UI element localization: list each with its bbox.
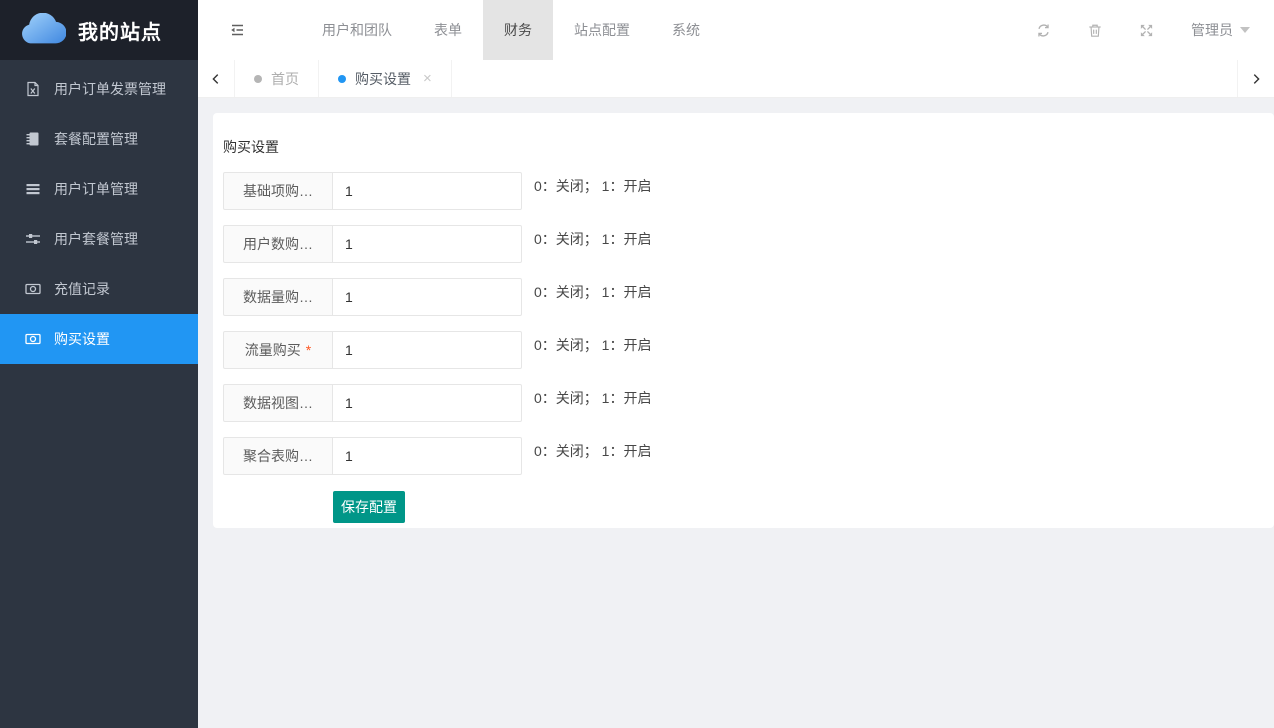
trash-icon[interactable] bbox=[1088, 23, 1102, 38]
sidebar-item-user-order-invoice[interactable]: 用户订单发票管理 bbox=[0, 64, 198, 114]
form-row-traffic-purchase: 流量购买 * 0：关闭； 1：开启 bbox=[223, 331, 1264, 369]
content-area: 购买设置 基础项购… 0：关闭； 1：开启 用户数购… 0：关闭； 1：开启 bbox=[198, 98, 1274, 728]
close-icon[interactable]: × bbox=[423, 70, 432, 87]
tab-status-dot bbox=[338, 75, 346, 83]
traffic-purchase-input[interactable] bbox=[332, 331, 522, 369]
nav-item-users-teams[interactable]: 用户和团队 bbox=[301, 0, 413, 60]
save-config-button[interactable]: 保存配置 bbox=[333, 491, 405, 523]
page-title: 购买设置 bbox=[223, 125, 1264, 157]
user-menu[interactable]: 管理员 bbox=[1191, 20, 1250, 40]
tab-home[interactable]: 首页 bbox=[235, 60, 319, 97]
collapse-sidebar-button[interactable] bbox=[228, 21, 246, 39]
sidebar: 我的站点 用户订单发票管理 bbox=[0, 0, 198, 728]
sidebar-item-purchase-settings[interactable]: 购买设置 bbox=[0, 314, 198, 364]
fullscreen-icon[interactable] bbox=[1139, 23, 1154, 38]
form-row-data-volume-purchase: 数据量购… 0：关闭； 1：开启 bbox=[223, 278, 1264, 316]
sidebar-item-label: 购买设置 bbox=[54, 329, 110, 349]
chevron-down-icon bbox=[1240, 27, 1250, 33]
tab-label: 购买设置 bbox=[355, 69, 411, 89]
nav-item-system[interactable]: 系统 bbox=[651, 0, 721, 60]
field-hint: 0：关闭； 1：开启 bbox=[534, 437, 651, 461]
basic-purchase-input[interactable] bbox=[332, 172, 522, 210]
tab-status-dot bbox=[254, 75, 262, 83]
nav-item-finance[interactable]: 财务 bbox=[483, 0, 553, 60]
field-hint: 0：关闭； 1：开启 bbox=[534, 225, 651, 249]
cloud-logo-icon bbox=[20, 13, 66, 48]
form-row-user-count-purchase: 用户数购… 0：关闭； 1：开启 bbox=[223, 225, 1264, 263]
sidebar-item-label: 用户订单发票管理 bbox=[54, 79, 166, 99]
field-label: 数据视图… bbox=[223, 384, 333, 422]
form-row-basic-purchase: 基础项购… 0：关闭； 1：开启 bbox=[223, 172, 1264, 210]
field-label: 数据量购… bbox=[223, 278, 333, 316]
tab-label: 首页 bbox=[271, 69, 299, 89]
tabs-scroll-left-button[interactable] bbox=[198, 60, 235, 97]
tabs-scroll-right-button[interactable] bbox=[1237, 60, 1274, 97]
top-header: 用户和团队 表单 财务 站点配置 系统 bbox=[198, 0, 1274, 60]
nav-item-site-config[interactable]: 站点配置 bbox=[553, 0, 651, 60]
field-hint: 0：关闭； 1：开启 bbox=[534, 331, 651, 355]
sidebar-item-user-package[interactable]: 用户套餐管理 bbox=[0, 214, 198, 264]
sliders-icon bbox=[24, 231, 41, 248]
package-icon bbox=[24, 131, 41, 148]
field-label: 聚合表购… bbox=[223, 437, 333, 475]
form-row-data-view-purchase: 数据视图… 0：关闭； 1：开启 bbox=[223, 384, 1264, 422]
field-hint: 0：关闭； 1：开启 bbox=[534, 278, 651, 302]
tab-bar: 首页 购买设置 × bbox=[198, 60, 1274, 98]
file-invoice-icon bbox=[24, 81, 41, 98]
field-hint: 0：关闭； 1：开启 bbox=[534, 384, 651, 408]
sidebar-menu: 用户订单发票管理 套餐配置管理 bbox=[0, 60, 198, 364]
purchase-settings-card: 购买设置 基础项购… 0：关闭； 1：开启 用户数购… 0：关闭； 1：开启 bbox=[213, 113, 1274, 528]
user-name: 管理员 bbox=[1191, 20, 1233, 40]
banknote-icon bbox=[24, 281, 41, 298]
main-area: 用户和团队 表单 财务 站点配置 系统 bbox=[198, 0, 1274, 728]
list-icon bbox=[24, 181, 41, 198]
top-nav: 用户和团队 表单 财务 站点配置 系统 bbox=[301, 0, 721, 60]
field-label: 基础项购… bbox=[223, 172, 333, 210]
field-label: 流量购买 * bbox=[223, 331, 333, 369]
brand-logo[interactable]: 我的站点 bbox=[0, 0, 198, 60]
sidebar-item-user-order[interactable]: 用户订单管理 bbox=[0, 164, 198, 214]
sidebar-item-label: 用户套餐管理 bbox=[54, 229, 138, 249]
user-count-purchase-input[interactable] bbox=[332, 225, 522, 263]
chevron-left-icon bbox=[209, 72, 223, 86]
nav-item-forms[interactable]: 表单 bbox=[413, 0, 483, 60]
aggregate-table-purchase-input[interactable] bbox=[332, 437, 522, 475]
banknote-icon bbox=[24, 331, 41, 348]
sidebar-item-label: 套餐配置管理 bbox=[54, 129, 138, 149]
field-hint: 0：关闭； 1：开启 bbox=[534, 172, 651, 196]
form-row-aggregate-table-purchase: 聚合表购… 0：关闭； 1：开启 bbox=[223, 437, 1264, 475]
chevron-right-icon bbox=[1249, 72, 1263, 86]
app-window: 我的站点 用户订单发票管理 bbox=[0, 0, 1274, 728]
data-view-purchase-input[interactable] bbox=[332, 384, 522, 422]
required-asterisk: * bbox=[306, 342, 311, 358]
topbar-actions: 管理员 bbox=[1036, 20, 1250, 40]
refresh-icon[interactable] bbox=[1036, 23, 1051, 38]
sidebar-item-label: 用户订单管理 bbox=[54, 179, 138, 199]
field-label: 用户数购… bbox=[223, 225, 333, 263]
sidebar-item-label: 充值记录 bbox=[54, 279, 110, 299]
sidebar-item-package-config[interactable]: 套餐配置管理 bbox=[0, 114, 198, 164]
tab-purchase-settings[interactable]: 购买设置 × bbox=[319, 60, 452, 97]
sidebar-item-recharge-records[interactable]: 充值记录 bbox=[0, 264, 198, 314]
collapse-menu-icon bbox=[228, 21, 246, 39]
data-volume-purchase-input[interactable] bbox=[332, 278, 522, 316]
brand-title: 我的站点 bbox=[78, 16, 162, 45]
